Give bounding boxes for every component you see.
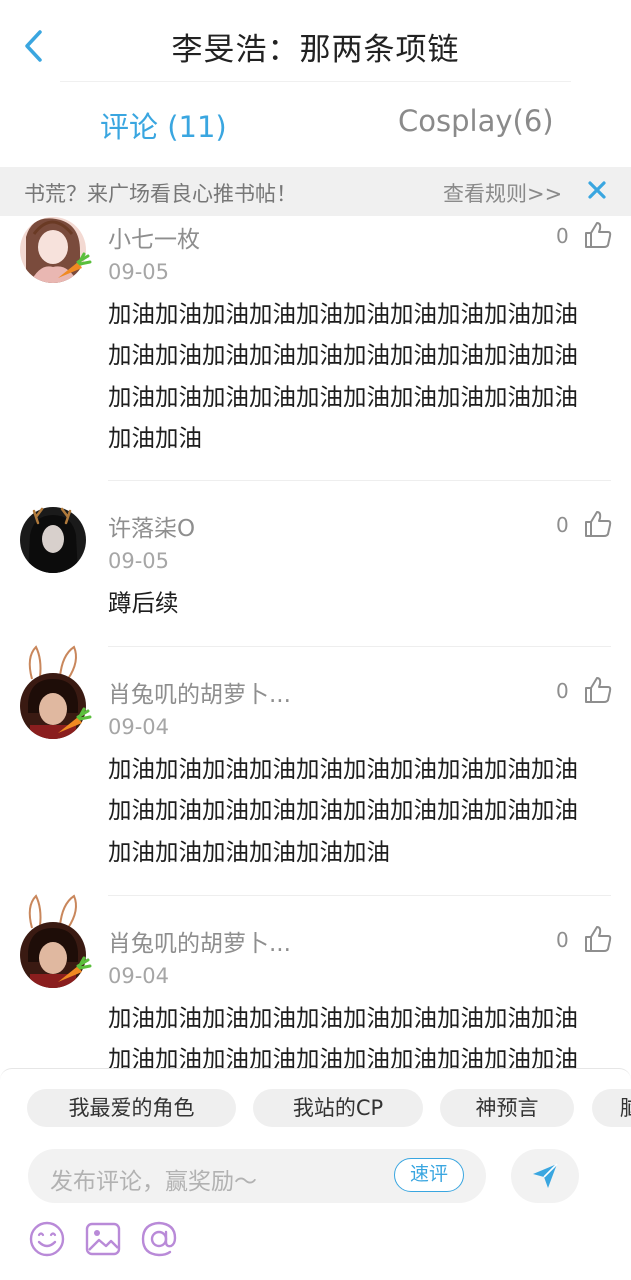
tab-comments[interactable]: 评论 (11) [100,104,227,146]
view-rules-link[interactable]: 查看规则>> [443,178,562,208]
mention-icon[interactable] [140,1220,178,1258]
tag-chip[interactable]: 脑 [592,1089,631,1127]
comment-date: 09-04 [108,964,170,988]
comment-text: 加油加油加油加油加油加油加油加油加油加油加油加油加油加油加油加油加油加油加油加油… [108,755,578,866]
like-count: 0 [556,224,569,248]
like-count: 0 [556,679,569,703]
like-icon[interactable] [583,924,613,954]
like-icon[interactable] [583,220,613,250]
comment-text: 加油加油加油加油加油加油加油加油加油加油加油加油加油加油加油加油加油加油加油加油… [108,1004,578,1068]
comment-text: 加油加油加油加油加油加油加油加油加油加油加油加油加油加油加油加油加油加油加油加油… [108,300,578,452]
comment-date: 09-04 [108,715,170,739]
tab-cosplay[interactable]: Cosplay(6) [398,104,554,138]
send-button[interactable] [511,1149,579,1203]
tab-bar: 评论 (11) Cosplay(6) [0,82,631,166]
tag-chip[interactable]: 我站的CP [253,1089,423,1127]
carrot-icon [58,252,92,278]
image-icon[interactable] [84,1220,122,1258]
carrot-icon [58,707,92,733]
antlers-icon [32,507,72,525]
page-title: 李旻浩：那两条项链 [171,32,460,68]
comment-date: 09-05 [108,260,170,284]
comment-divider [108,895,611,896]
avatar-ears-icon [32,220,74,235]
quick-review-button[interactable]: 速评 [394,1158,464,1192]
carrot-icon [58,956,92,982]
like-icon[interactable] [583,675,613,705]
send-icon [533,1163,558,1188]
comment-author[interactable]: 肖兔叽的胡萝卜... [108,924,291,958]
tag-chip[interactable]: 我最爱的角色 [27,1089,236,1127]
comment-author[interactable]: 小七一枚 [108,220,200,254]
like-icon[interactable] [583,509,613,539]
notice-text: 书荒？来广场看良心推书帖！ [24,182,297,206]
comment-text: 蹲后续 [108,589,179,617]
emoji-icon[interactable] [28,1220,66,1258]
comment-divider [108,646,611,647]
like-count: 0 [556,928,569,952]
like-count: 0 [556,513,569,537]
comment-list: 小七一枚 09-05 0 加油加油加油加油加油加油加油加油加油加油加油加油加油加… [0,216,631,1068]
comment-date: 09-05 [108,549,170,573]
close-icon[interactable] [586,179,608,201]
tag-chip[interactable]: 神预言 [440,1089,574,1127]
comment-divider [108,480,611,481]
comment-author[interactable]: 许落柒O [108,509,195,543]
comment-composer: 我最爱的角色 我站的CP 神预言 脑 发布评论，赢奖励～ 速评 [0,1068,631,1280]
comment-input[interactable]: 发布评论，赢奖励～ 速评 [28,1149,486,1203]
comment-author[interactable]: 肖兔叽的胡萝卜... [108,675,291,709]
top-bar: 李旻浩：那两条项链 [0,0,631,82]
comment-input-placeholder: 发布评论，赢奖励～ [50,1169,257,1195]
notice-bar: 书荒？来广场看良心推书帖！ 查看规则>> [0,167,631,216]
